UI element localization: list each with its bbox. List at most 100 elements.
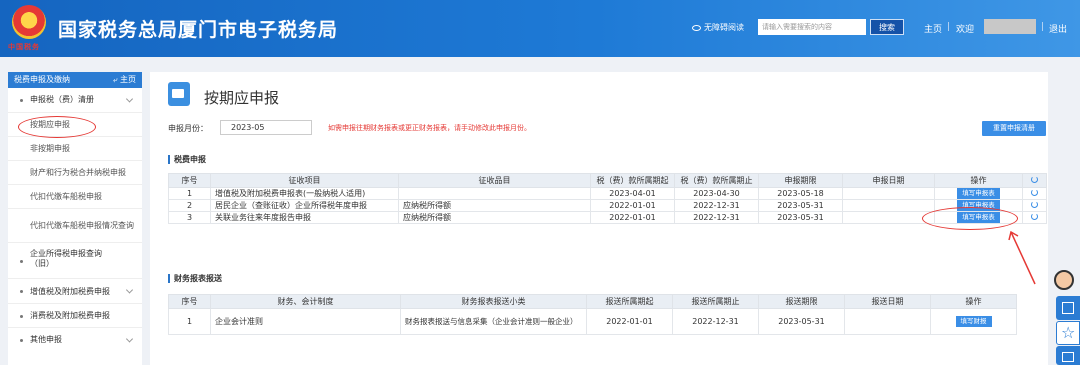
- sidebar-group-label: 消费税及附加税费申报: [30, 311, 110, 320]
- sidebar-item-vehicle-tax-query[interactable]: 代扣代缴车船税申报情况查询: [8, 208, 142, 242]
- cell-deadline: 2023-05-31: [758, 211, 843, 224]
- sidebar-home-link[interactable]: ⤶ 主页: [113, 72, 136, 88]
- refresh-icon[interactable]: [1031, 189, 1038, 196]
- sidebar-group-label: 申报税（费）清册: [30, 95, 94, 104]
- column-header: 报送期限: [758, 294, 845, 309]
- column-header: 操作: [930, 294, 1017, 309]
- cell-subitem: 应纳税所得额: [398, 211, 591, 224]
- financial-section-title: 财务报表报送: [168, 274, 222, 283]
- column-header: 税（费）款所属期止: [674, 173, 759, 188]
- sidebar-group-consumption-tax[interactable]: 消费税及附加税费申报: [8, 303, 142, 327]
- chevron-down-icon: [125, 286, 134, 294]
- cell-date: [842, 211, 935, 224]
- month-label: 申报月份：: [168, 124, 208, 133]
- chevron-down-icon: [125, 95, 134, 103]
- sidebar-item-unscheduled-declaration[interactable]: 非按期申报: [8, 136, 142, 160]
- cell-no: 2: [168, 199, 211, 212]
- seal-text: 中国税务: [8, 42, 40, 51]
- sidebar-item-label: 财产和行为税合并纳税申报: [30, 168, 126, 177]
- nav-divider: |: [1041, 22, 1045, 32]
- accessibility-label: 无障碍阅读: [704, 23, 744, 32]
- cell-no: 3: [168, 211, 211, 224]
- month-warning: 如需申报往期财务报表或更正财务报表，请手动修改此申报月份。: [328, 124, 531, 132]
- sidebar-home-label: 主页: [120, 75, 136, 84]
- cell-start: 2023-04-01: [590, 187, 675, 200]
- column-header: 征收项目: [210, 173, 399, 188]
- column-header: 报送所属期止: [672, 294, 759, 309]
- logout-link[interactable]: 退出: [1049, 22, 1067, 35]
- tax-table: 序号 征收项目 征收品目 税（费）款所属期起 税（费）款所属期止 申报期限 申报…: [168, 173, 1047, 224]
- eye-icon: [692, 24, 701, 31]
- column-header: 序号: [168, 173, 211, 188]
- column-header: 申报日期: [842, 173, 935, 188]
- declaration-month-input[interactable]: 2023-05: [220, 120, 312, 135]
- chevron-down-icon: [125, 334, 134, 343]
- annotation-circle: [18, 116, 96, 138]
- home-link[interactable]: 主页: [924, 22, 942, 35]
- fill-financial-report-button[interactable]: 填写财报: [955, 316, 992, 327]
- cell-start: 2022-01-01: [586, 308, 673, 335]
- sidebar: 税费申报及缴纳 ⤶ 主页 申报税（费）清册 按期应申报 非按期申报 财产和行为税…: [8, 72, 142, 365]
- cell-action: 填写申报表: [934, 187, 1023, 200]
- cell-item: 关联业务往来年度报告申报: [210, 211, 399, 224]
- star-icon: ☆: [1061, 323, 1076, 342]
- column-header: 财务报表报送小类: [400, 294, 587, 309]
- sidebar-item-label: 非按期申报: [30, 144, 70, 153]
- sidebar-group-vat[interactable]: 增值税及附加税费申报: [8, 278, 142, 303]
- sidebar-item-label: 代扣代缴车船税申报: [30, 192, 102, 201]
- table-row: 1 增值税及附加税费申报表(一般纳税人适用) 2023-04-01 2023-0…: [168, 187, 1047, 200]
- cell-deadline: 2023-05-31: [758, 308, 845, 335]
- column-header: 操作: [934, 173, 1023, 188]
- cell-date: [842, 199, 935, 212]
- sidebar-group-label: 企业所得税申报查询（旧）: [30, 249, 102, 268]
- cell-end: 2023-04-30: [674, 187, 759, 200]
- main-panel: 按期应申报 申报月份： 2023-05 如需申报往期财务报表或更正财务报表，请手…: [150, 72, 1048, 365]
- header-bar: 中国税务 国家税务总局厦门市电子税务局 无障碍阅读 请输入需要搜索的内容 搜索 …: [0, 0, 1080, 57]
- accessibility-link[interactable]: 无障碍阅读: [692, 22, 744, 33]
- cell-item: 增值税及附加税费申报表(一般纳税人适用): [210, 187, 399, 200]
- sidebar-group-cit-query[interactable]: 企业所得税申报查询（旧）: [8, 242, 142, 278]
- floating-form-button[interactable]: [1056, 296, 1080, 320]
- floating-favorite-button[interactable]: ☆: [1056, 321, 1080, 345]
- refresh-icon[interactable]: [1031, 176, 1038, 183]
- welcome-text: 欢迎: [956, 25, 975, 35]
- assistant-avatar[interactable]: [1054, 270, 1074, 290]
- column-header: 财务、会计制度: [210, 294, 401, 309]
- cell-no: 1: [168, 308, 211, 335]
- fill-declaration-button[interactable]: 填写申报表: [957, 188, 1000, 199]
- sidebar-group-label: 其他申报: [30, 335, 62, 344]
- table-row: 3 关联业务往来年度报告申报 应纳税所得额 2022-01-01 2022-12…: [168, 211, 1047, 224]
- cell-subitem: 应纳税所得额: [398, 199, 591, 212]
- username-redacted: [984, 19, 1036, 34]
- reset-list-button[interactable]: 重置申报清册: [982, 121, 1046, 136]
- floating-calculator-button[interactable]: [1056, 346, 1080, 365]
- refresh-header[interactable]: [1022, 173, 1047, 188]
- cell-deadline: 2023-05-18: [758, 187, 843, 200]
- search-input[interactable]: 请输入需要搜索的内容: [758, 19, 866, 35]
- nav-divider: |: [947, 22, 951, 32]
- refresh-icon[interactable]: [1031, 213, 1038, 220]
- cell-start: 2022-01-01: [590, 211, 675, 224]
- tax-emblem-logo: [12, 5, 46, 39]
- column-header: 报送日期: [844, 294, 931, 309]
- column-header: 序号: [168, 294, 211, 309]
- sidebar-item-property-behavior-tax[interactable]: 财产和行为税合并纳税申报: [8, 160, 142, 184]
- annotation-arrow: [1008, 230, 1036, 285]
- sidebar-item-vehicle-tax[interactable]: 代扣代缴车船税申报: [8, 184, 142, 208]
- sidebar-group-tax-list[interactable]: 申报税（费）清册: [8, 88, 142, 112]
- cell-date: [844, 308, 931, 335]
- sidebar-group-other[interactable]: 其他申报: [8, 327, 142, 351]
- cell-refresh: [1022, 187, 1047, 200]
- financial-table: 序号 财务、会计制度 财务报表报送小类 报送所属期起 报送所属期止 报送期限 报…: [168, 294, 1017, 335]
- table-header-row: 序号 财务、会计制度 财务报表报送小类 报送所属期起 报送所属期止 报送期限 报…: [168, 294, 1017, 309]
- cell-refresh: [1022, 211, 1047, 224]
- refresh-icon[interactable]: [1031, 201, 1038, 208]
- column-header: 征收品目: [398, 173, 591, 188]
- cell-deadline: 2023-05-31: [758, 199, 843, 212]
- sidebar-item-label: 代扣代缴车船税申报情况查询: [30, 220, 134, 230]
- page-title: 按期应申报: [204, 89, 280, 107]
- table-header-row: 序号 征收项目 征收品目 税（费）款所属期起 税（费）款所属期止 申报期限 申报…: [168, 173, 1047, 188]
- cell-end: 2022-12-31: [672, 308, 759, 335]
- tax-section-title: 税费申报: [168, 155, 206, 164]
- search-button[interactable]: 搜索: [870, 19, 904, 35]
